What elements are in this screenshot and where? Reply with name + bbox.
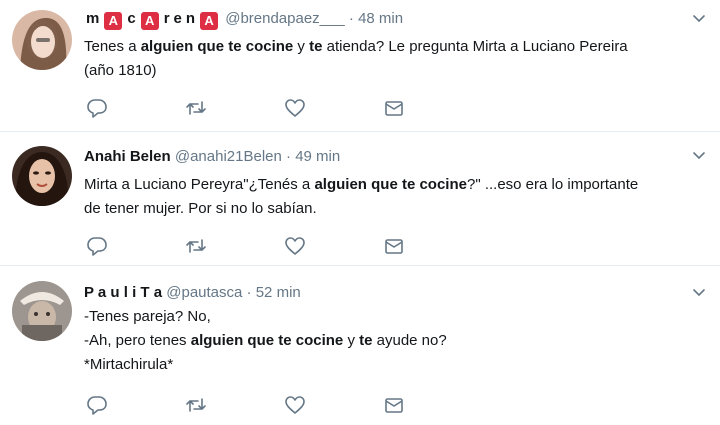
text-segment: y xyxy=(293,38,310,55)
name-letter: n xyxy=(185,10,196,27)
tweet-header: P a u l i T a @pautasca · 52 min xyxy=(84,283,301,303)
letter-a-badge-icon: A xyxy=(140,12,159,30)
tweet-text-line: (año 1810) xyxy=(84,62,157,79)
tweet-text-line: de tener mujer. Por si no lo sabían. xyxy=(84,200,317,217)
envelope-icon[interactable] xyxy=(383,97,405,119)
user-handle[interactable]: @pautasca xyxy=(166,284,242,301)
tweet-text-line: Mirta a Luciano Pereyra"¿Tenés a alguien… xyxy=(84,173,704,197)
avatar[interactable] xyxy=(12,281,72,341)
text-segment: ?" ...eso era lo importante xyxy=(466,176,639,193)
bold-text-segment: alguien que te cocine xyxy=(140,38,294,55)
timestamp[interactable]: 49 min xyxy=(295,148,340,165)
tweet-text: -Tenes pareja? No, -Ah, pero tenes algui… xyxy=(84,305,704,377)
envelope-icon[interactable] xyxy=(383,235,405,257)
timeline: mAcArenA @brendapaez___ · 48 min Tenes a… xyxy=(0,0,720,425)
user-handle[interactable]: @brendapaez___ xyxy=(225,10,345,27)
heart-icon[interactable] xyxy=(284,235,306,257)
tweet[interactable]: P a u l i T a @pautasca · 52 min -Tenes … xyxy=(0,266,720,425)
tweet[interactable]: Anahi Belen @anahi21Belen · 49 min Mirta… xyxy=(0,132,720,266)
bold-text-segment: te xyxy=(359,332,373,349)
tweet-actions xyxy=(86,235,416,257)
text-segment: y xyxy=(343,332,360,349)
tweet-text-line: Tenes a alguien que te cocine y te atien… xyxy=(84,35,704,59)
reply-icon[interactable] xyxy=(86,97,108,119)
avatar[interactable] xyxy=(12,10,72,70)
bold-text-segment: te xyxy=(309,38,323,55)
tweet-text-line: -Tenes pareja? No, xyxy=(84,308,211,325)
separator-dot: · xyxy=(348,10,354,27)
heart-icon[interactable] xyxy=(284,394,306,416)
name-letter: r xyxy=(163,10,170,27)
tweet[interactable]: mAcArenA @brendapaez___ · 48 min Tenes a… xyxy=(0,0,720,132)
timestamp[interactable]: 48 min xyxy=(358,10,403,27)
retweet-icon[interactable] xyxy=(185,97,207,119)
name-letter: c xyxy=(127,10,136,27)
text-segment: ayude no? xyxy=(372,332,447,349)
display-name[interactable]: mAcArenA xyxy=(84,10,225,30)
letter-a-badge-icon: A xyxy=(200,12,219,30)
text-segment: atienda? Le pregunta Mirta a Luciano Per… xyxy=(322,38,628,55)
name-letter: e xyxy=(173,10,182,27)
tweet-header: Anahi Belen @anahi21Belen · 49 min xyxy=(84,147,340,167)
separator-dot: · xyxy=(286,148,292,165)
tweet-text-line: -Ah, pero tenes alguien que te cocine y … xyxy=(84,329,704,353)
text-segment: Mirta a Luciano Pereyra"¿Tenés a xyxy=(84,176,315,193)
tweet-text-line: *Mirtachirula* xyxy=(84,356,174,373)
letter-a-badge-icon: A xyxy=(104,12,123,30)
envelope-icon[interactable] xyxy=(383,394,405,416)
timestamp[interactable]: 52 min xyxy=(256,284,301,301)
text-segment: Tenes a xyxy=(84,38,141,55)
tweet-actions xyxy=(86,394,416,416)
heart-icon[interactable] xyxy=(284,97,306,119)
avatar[interactable] xyxy=(12,146,72,206)
chevron-down-icon[interactable] xyxy=(692,149,706,163)
retweet-icon[interactable] xyxy=(185,235,207,257)
tweet-actions xyxy=(86,97,416,119)
tweet-text: Tenes a alguien que te cocine y te atien… xyxy=(84,35,704,83)
name-letter: m xyxy=(86,10,100,27)
retweet-icon[interactable] xyxy=(185,394,207,416)
separator-dot: · xyxy=(246,284,252,301)
tweet-header: mAcArenA @brendapaez___ · 48 min xyxy=(84,9,403,30)
chevron-down-icon[interactable] xyxy=(692,286,706,300)
chevron-down-icon[interactable] xyxy=(692,12,706,26)
bold-text-segment: alguien que te cocine xyxy=(314,176,467,193)
display-name[interactable]: Anahi Belen xyxy=(84,148,171,165)
display-name[interactable]: P a u l i T a xyxy=(84,284,162,301)
reply-icon[interactable] xyxy=(86,394,108,416)
reply-icon[interactable] xyxy=(86,235,108,257)
text-segment: -Ah, pero tenes xyxy=(84,332,191,349)
bold-text-segment: alguien que te cocine xyxy=(190,332,344,349)
user-handle[interactable]: @anahi21Belen xyxy=(175,148,282,165)
tweet-text: Mirta a Luciano Pereyra"¿Tenés a alguien… xyxy=(84,173,704,221)
